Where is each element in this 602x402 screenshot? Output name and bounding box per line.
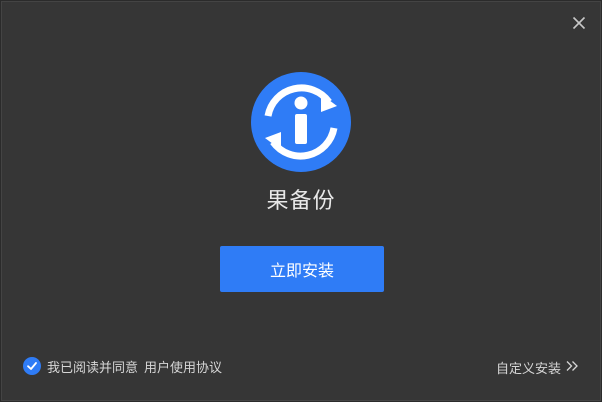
check-icon — [27, 362, 37, 370]
info-sync-logo-icon — [251, 72, 351, 172]
user-agreement-link[interactable]: 用户使用协议 — [144, 357, 222, 376]
close-button[interactable] — [568, 12, 590, 34]
agreement-text: 我已阅读并同意 — [47, 360, 139, 376]
double-chevron-right-icon — [565, 360, 579, 376]
close-icon — [572, 16, 586, 30]
agreement-checkbox[interactable] — [23, 357, 41, 375]
app-title: 果备份 — [266, 189, 336, 214]
custom-install-link[interactable]: 自定义安装 — [496, 358, 579, 377]
custom-install-label: 自定义安装 — [495, 362, 561, 377]
app-logo — [251, 72, 351, 172]
installer-window: 果备份 立即安装 我已阅读并同意 用户使用协议 自定义安装 — [1, 1, 601, 401]
install-now-button[interactable]: 立即安装 — [220, 246, 384, 292]
agreement-row: 我已阅读并同意 用户使用协议 — [23, 355, 222, 377]
